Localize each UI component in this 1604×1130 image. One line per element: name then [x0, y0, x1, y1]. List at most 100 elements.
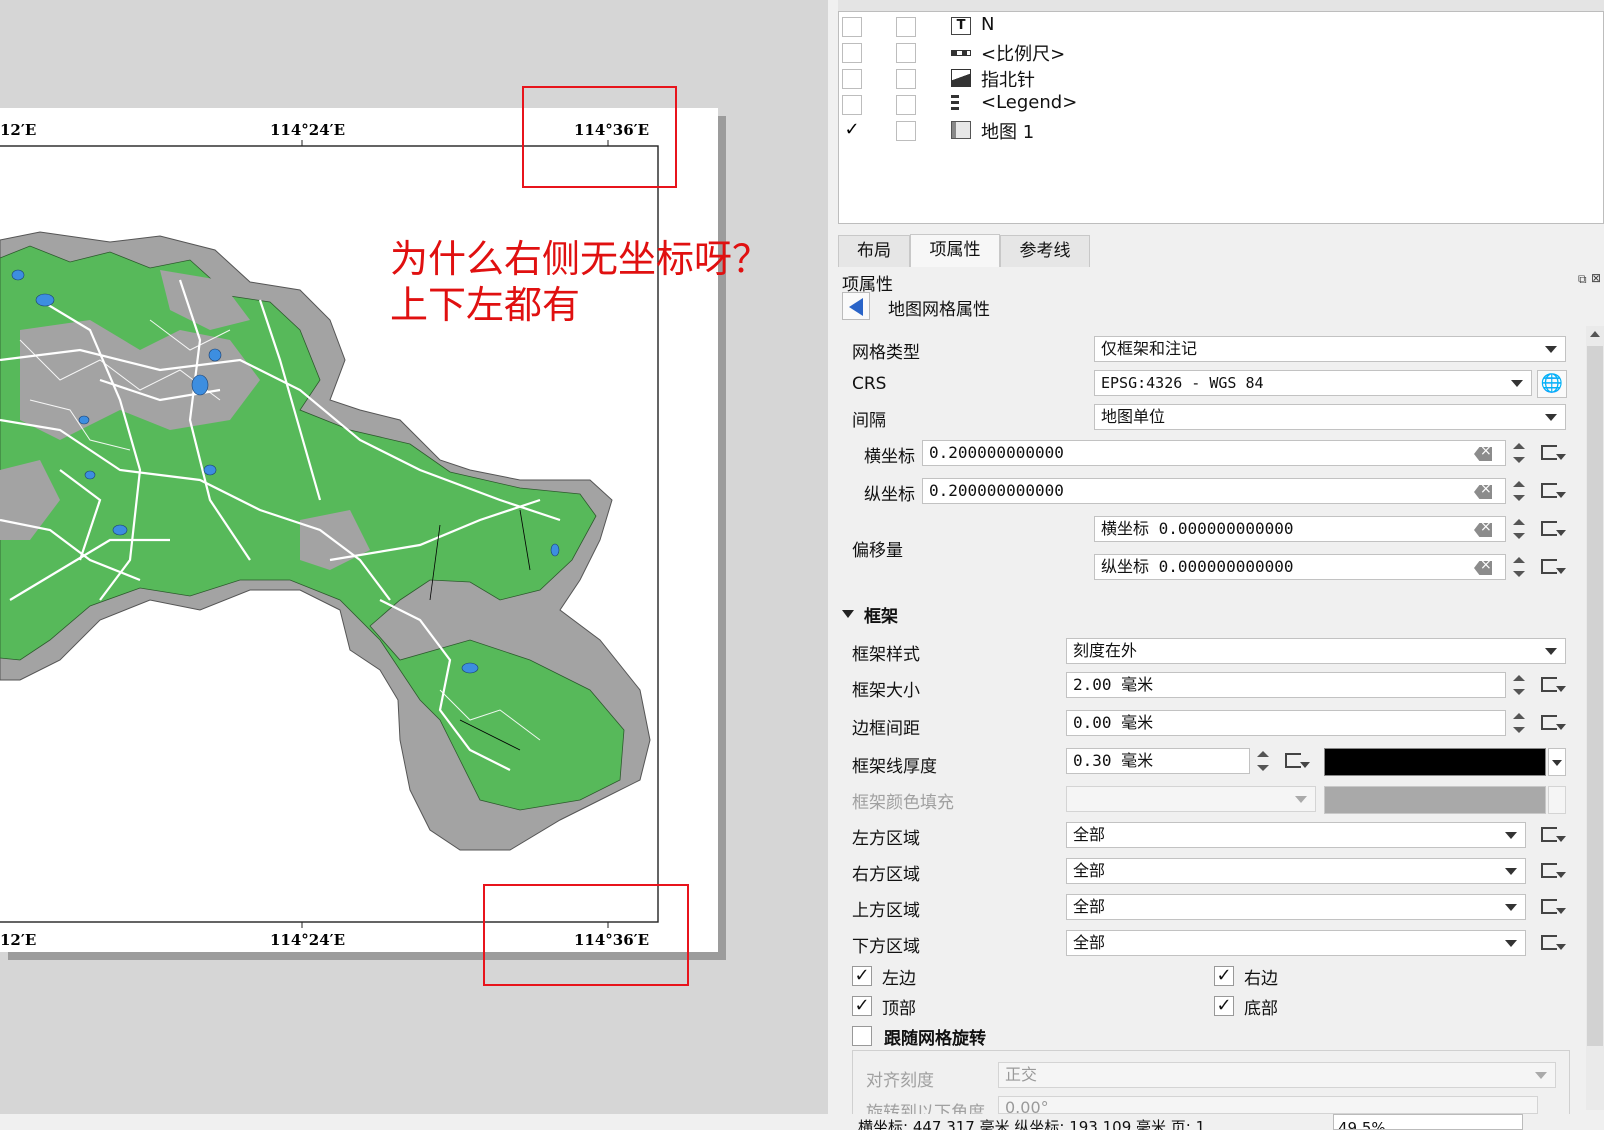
right-side-label: 右方区域	[852, 865, 920, 885]
right-checkbox[interactable]: ✓	[1214, 966, 1234, 986]
tab-layout[interactable]: 布局	[838, 235, 910, 267]
map-icon	[951, 121, 971, 139]
data-defined-icon[interactable]	[1538, 894, 1568, 920]
scrollbar-thumb[interactable]	[1587, 346, 1603, 1046]
layer-list[interactable]: T N <比例尺> 指北针 <Legend> ✓ 地图 1	[838, 12, 1604, 224]
visibility-checkbox[interactable]	[842, 43, 862, 63]
layer-row[interactable]: 指北针	[839, 66, 1603, 92]
top-checkbox[interactable]: ✓	[852, 996, 872, 1016]
tab-guides[interactable]: 参考线	[1000, 235, 1090, 267]
picture-icon	[951, 69, 971, 87]
offset-label: 偏移量	[852, 541, 903, 561]
left-side-label: 左方区域	[852, 829, 920, 849]
color-dropdown-button[interactable]	[1548, 748, 1566, 776]
crs-select[interactable]: EPSG:4326 - WGS 84	[1094, 370, 1532, 396]
x-interval-input[interactable]: 0.200000000000	[922, 440, 1506, 466]
visibility-checkbox[interactable]	[842, 17, 862, 37]
data-defined-icon[interactable]	[1538, 710, 1568, 736]
x-interval-spinner[interactable]	[1508, 440, 1530, 466]
frame-section-header[interactable]: 框架	[864, 602, 898, 627]
visibility-checkbox[interactable]	[842, 69, 862, 89]
data-defined-icon[interactable]	[1538, 554, 1568, 580]
scrollbar[interactable]	[1586, 326, 1604, 1110]
right-side-value: 全部	[1073, 861, 1106, 880]
left-checkbox[interactable]: ✓	[852, 966, 872, 986]
y-interval-value: 0.200000000000	[929, 481, 1064, 500]
layer-name: <比例尺>	[981, 44, 1066, 65]
visibility-checkbox[interactable]	[842, 95, 862, 115]
frame-fill-color-button	[1324, 786, 1546, 814]
top-side-label: 上方区域	[852, 901, 920, 921]
frame-style-value: 刻度在外	[1073, 641, 1138, 660]
align-value: 正交	[1005, 1065, 1038, 1084]
zoom-select[interactable]: 49.5%	[1333, 1114, 1523, 1130]
interval-value: 地图单位	[1101, 407, 1166, 426]
map-item[interactable]	[0, 0, 828, 1114]
right-checkbox-label: 右边	[1244, 969, 1278, 989]
frame-line-input[interactable]: 0.30 毫米	[1066, 748, 1250, 774]
collapse-arrow-icon[interactable]	[842, 610, 854, 618]
frame-style-label: 框架样式	[852, 645, 920, 665]
data-defined-icon[interactable]	[1538, 440, 1568, 466]
lock-checkbox[interactable]	[896, 69, 916, 89]
data-defined-icon[interactable]	[1538, 478, 1568, 504]
offset-y-spinner[interactable]	[1508, 554, 1530, 580]
frame-size-input[interactable]: 2.00 毫米	[1066, 672, 1506, 698]
frame-line-color-button[interactable]	[1324, 748, 1546, 776]
grid-type-select[interactable]: 仅框架和注记	[1094, 336, 1566, 362]
panel-subtitle: 地图网格属性	[888, 300, 990, 320]
layer-row[interactable]: ✓ 地图 1	[839, 118, 1603, 144]
frame-margin-input[interactable]: 0.00 毫米	[1066, 710, 1506, 736]
y-interval-spinner[interactable]	[1508, 478, 1530, 504]
lock-checkbox[interactable]	[896, 17, 916, 37]
back-button[interactable]	[842, 292, 870, 320]
interval-select[interactable]: 地图单位	[1094, 404, 1566, 430]
crs-picker-icon[interactable]: 🌐	[1537, 370, 1567, 398]
float-icon[interactable]: ⧉	[1578, 272, 1587, 287]
layer-row[interactable]: <比例尺>	[839, 40, 1603, 66]
frame-size-spinner[interactable]	[1508, 672, 1530, 698]
bottom-side-value: 全部	[1073, 933, 1106, 952]
layout-canvas[interactable]: 12′E 114°24′E 114°36′E 12′E 114°24′E 114…	[0, 0, 828, 1114]
follow-rotation-label: 跟随网格旋转	[884, 1029, 986, 1049]
offset-x-input[interactable]: 横坐标 0.000000000000	[1094, 516, 1506, 542]
data-defined-icon[interactable]	[1282, 748, 1312, 774]
y-interval-input[interactable]: 0.200000000000	[922, 478, 1506, 504]
frame-style-select[interactable]: 刻度在外	[1066, 638, 1566, 664]
tab-item-properties[interactable]: 项属性	[910, 234, 1000, 267]
bottom-side-select[interactable]: 全部	[1066, 930, 1526, 956]
right-side-select[interactable]: 全部	[1066, 858, 1526, 884]
left-side-select[interactable]: 全部	[1066, 822, 1526, 848]
frame-fill-label: 框架颜色填充	[852, 793, 954, 813]
offset-x-spinner[interactable]	[1508, 516, 1530, 542]
annotation-line-2: 上下左都有	[390, 283, 581, 327]
data-defined-icon[interactable]	[1538, 822, 1568, 848]
data-defined-icon[interactable]	[1538, 930, 1568, 956]
top-side-select[interactable]: 全部	[1066, 894, 1526, 920]
data-defined-icon[interactable]	[1538, 858, 1568, 884]
lock-checkbox[interactable]	[896, 43, 916, 63]
align-select: 正交	[998, 1062, 1556, 1088]
offset-x-value: 横坐标 0.000000000000	[1101, 519, 1294, 538]
grid-type-value: 仅框架和注记	[1101, 339, 1198, 358]
offset-y-input[interactable]: 纵坐标 0.000000000000	[1094, 554, 1506, 580]
lock-checkbox[interactable]	[896, 95, 916, 115]
crs-label: CRS	[852, 374, 887, 394]
layer-row[interactable]: <Legend>	[839, 92, 1603, 118]
scroll-up-icon[interactable]	[1590, 331, 1600, 337]
annotation-line-1: 为什么右侧无坐标呀？	[390, 237, 771, 281]
y-interval-label: 纵坐标	[864, 485, 915, 505]
data-defined-icon[interactable]	[1538, 516, 1568, 542]
data-defined-icon[interactable]	[1538, 672, 1568, 698]
frame-margin-spinner[interactable]	[1508, 710, 1530, 736]
visibility-checkbox[interactable]: ✓	[842, 121, 862, 141]
layer-row[interactable]: T N	[839, 14, 1603, 40]
lock-checkbox[interactable]	[896, 121, 916, 141]
close-icon[interactable]: ⊠	[1591, 271, 1601, 285]
frame-line-label: 框架线厚度	[852, 757, 937, 777]
follow-rotation-checkbox[interactable]	[852, 1026, 872, 1046]
bottom-checkbox[interactable]: ✓	[1214, 996, 1234, 1016]
highlight-box-bottom-right	[483, 884, 689, 986]
highlight-box-top-right	[522, 86, 677, 188]
frame-line-spinner[interactable]	[1252, 748, 1274, 774]
